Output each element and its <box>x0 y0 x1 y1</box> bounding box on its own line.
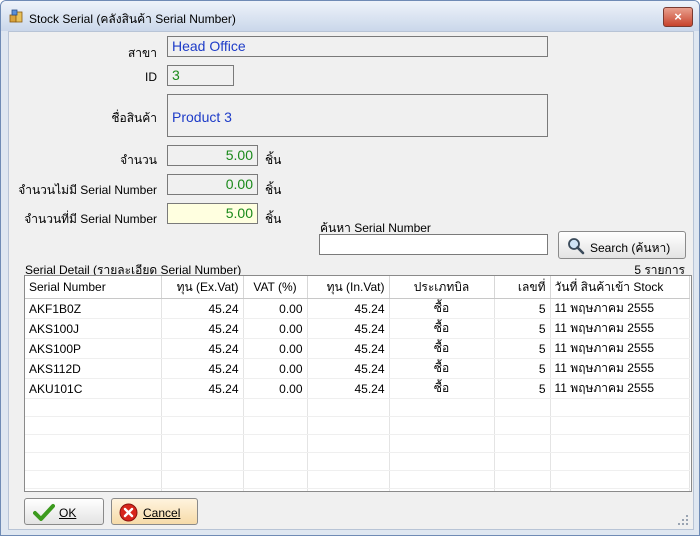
product-label: ชื่อสินค้า <box>111 111 157 125</box>
id-field: 3 <box>167 65 234 86</box>
resize-grip-icon[interactable] <box>677 514 689 526</box>
empty-row <box>25 470 690 489</box>
stock-app-icon <box>9 9 23 23</box>
search-button[interactable]: Search (ค้นหา) <box>558 231 686 259</box>
checkmark-icon <box>33 504 55 521</box>
table-row[interactable]: AKS100P 45.24 0.00 45.24 ซื้อ 5 11 พฤษภา… <box>25 338 690 359</box>
dialog-body: สาขา Head Office ID 3 ชื่อสินค้า Product… <box>8 31 694 530</box>
column-header[interactable]: Serial Number <box>25 276 162 299</box>
cost-ex-vat-cell: 45.24 <box>161 378 244 399</box>
empty-row <box>25 434 690 453</box>
column-header[interactable]: ทุน (In.Vat) <box>307 276 390 299</box>
close-button[interactable]: × <box>663 7 693 27</box>
quantity-label: จำนวน <box>120 153 157 167</box>
quantity-unit: ชิ้น <box>265 153 282 167</box>
bill-type-cell: ซื้อ <box>389 318 495 339</box>
stock-date-cell: 11 พฤษภาคม 2555 <box>550 338 690 359</box>
serial-cell: AKS100P <box>25 338 162 359</box>
with-serial-unit: ชิ้น <box>265 212 282 226</box>
stock-date-cell: 11 พฤษภาคม 2555 <box>550 318 690 339</box>
vat-cell: 0.00 <box>243 378 308 399</box>
empty-row <box>25 452 690 471</box>
with-serial-label: จำนวนที่มี Serial Number <box>24 212 157 226</box>
doc-no-cell: 5 <box>494 318 551 339</box>
bill-type-cell: ซื้อ <box>389 358 495 379</box>
doc-no-cell: 5 <box>494 358 551 379</box>
cost-in-vat-cell: 45.24 <box>307 338 390 359</box>
cancel-button-label: Cancel <box>143 506 181 520</box>
branch-label: สาขา <box>127 46 157 60</box>
search-button-label: Search (ค้นหา) <box>590 241 671 255</box>
serial-cell: AKU101C <box>25 378 162 399</box>
serial-table: Serial Number ทุน (Ex.Vat) VAT (%) ทุน (… <box>25 276 690 491</box>
serial-detail-grid[interactable]: Serial Number ทุน (Ex.Vat) VAT (%) ทุน (… <box>24 275 692 492</box>
doc-no-cell: 5 <box>494 338 551 359</box>
ok-button[interactable]: OK <box>24 498 104 525</box>
cost-ex-vat-cell: 45.24 <box>161 298 244 319</box>
id-label: ID <box>145 70 157 84</box>
with-serial-field: 5.00 <box>167 203 258 224</box>
table-row[interactable]: AKS112D 45.24 0.00 45.24 ซื้อ 5 11 พฤษภา… <box>25 358 690 379</box>
empty-row <box>25 398 690 417</box>
cost-ex-vat-cell: 45.24 <box>161 338 244 359</box>
column-header[interactable]: ประเภทบิล <box>389 276 495 299</box>
cost-in-vat-cell: 45.24 <box>307 318 390 339</box>
ok-button-label: OK <box>59 506 77 520</box>
quantity-field: 5.00 <box>167 145 258 166</box>
close-icon: × <box>674 9 682 24</box>
stock-date-cell: 11 พฤษภาคม 2555 <box>550 358 690 379</box>
no-serial-label: จำนวนไม่มี Serial Number <box>18 183 157 197</box>
serial-cell: AKF1B0Z <box>25 298 162 319</box>
serial-cell: AKS112D <box>25 358 162 379</box>
table-row[interactable]: AKU101C 45.24 0.00 45.24 ซื้อ 5 11 พฤษภา… <box>25 378 690 399</box>
window-title: Stock Serial (คลังสินค้า Serial Number) <box>29 12 236 26</box>
cancel-button[interactable]: Cancel <box>111 498 198 525</box>
vat-cell: 0.00 <box>243 358 308 379</box>
column-header[interactable]: VAT (%) <box>243 276 308 299</box>
title-bar[interactable]: Stock Serial (คลังสินค้า Serial Number) … <box>1 1 699 31</box>
product-name-field: Product 3 <box>167 94 548 137</box>
column-header[interactable]: ทุน (Ex.Vat) <box>161 276 244 299</box>
bill-type-cell: ซื้อ <box>389 338 495 359</box>
empty-row <box>25 488 690 491</box>
doc-no-cell: 5 <box>494 378 551 399</box>
cancel-x-icon <box>119 503 138 522</box>
column-header[interactable]: เลขที่ <box>494 276 551 299</box>
doc-no-cell: 5 <box>494 298 551 319</box>
table-row[interactable]: AKS100J 45.24 0.00 45.24 ซื้อ 5 11 พฤษภา… <box>25 318 690 339</box>
no-serial-unit: ชิ้น <box>265 183 282 197</box>
serial-search-input[interactable] <box>319 234 548 255</box>
cost-ex-vat-cell: 45.24 <box>161 318 244 339</box>
grid-header-row: Serial Number ทุน (Ex.Vat) VAT (%) ทุน (… <box>25 276 690 299</box>
branch-field: Head Office <box>167 36 548 57</box>
magnifier-icon <box>568 238 585 255</box>
no-serial-field: 0.00 <box>167 174 258 195</box>
stock-date-cell: 11 พฤษภาคม 2555 <box>550 298 690 319</box>
cost-in-vat-cell: 45.24 <box>307 298 390 319</box>
empty-row <box>25 416 690 435</box>
stock-date-cell: 11 พฤษภาคม 2555 <box>550 378 690 399</box>
vat-cell: 0.00 <box>243 318 308 339</box>
cost-in-vat-cell: 45.24 <box>307 378 390 399</box>
bill-type-cell: ซื้อ <box>389 378 495 399</box>
vat-cell: 0.00 <box>243 298 308 319</box>
cost-in-vat-cell: 45.24 <box>307 358 390 379</box>
table-row[interactable]: AKF1B0Z 45.24 0.00 45.24 ซื้อ 5 11 พฤษภา… <box>25 298 690 319</box>
bill-type-cell: ซื้อ <box>389 298 495 319</box>
column-header[interactable]: วันที่ สินค้าเข้า Stock <box>550 276 690 299</box>
cost-ex-vat-cell: 45.24 <box>161 358 244 379</box>
stock-serial-window: Stock Serial (คลังสินค้า Serial Number) … <box>0 0 700 536</box>
serial-cell: AKS100J <box>25 318 162 339</box>
vat-cell: 0.00 <box>243 338 308 359</box>
